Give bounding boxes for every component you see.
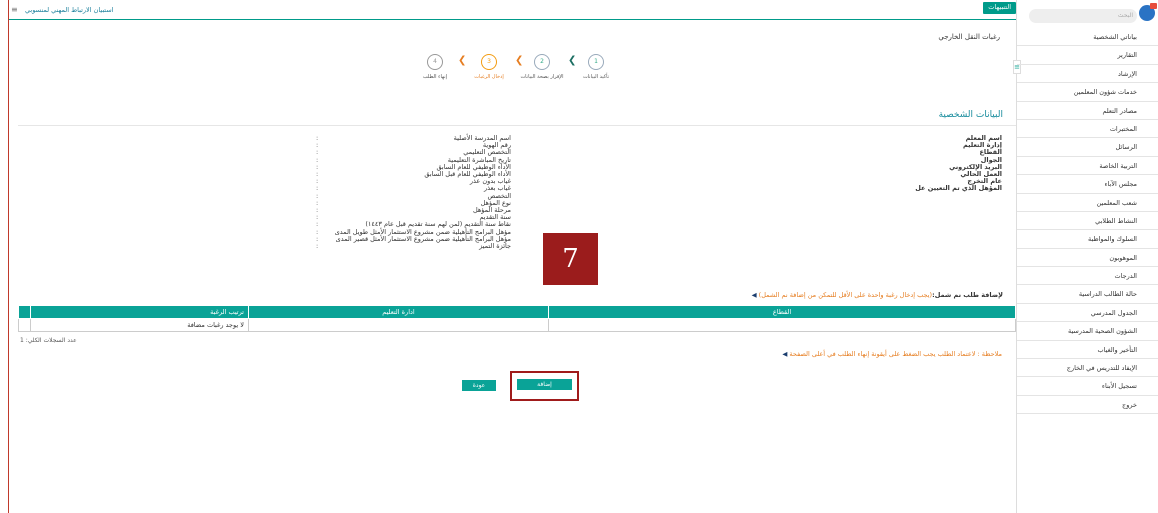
- annotation-step-badge: 7: [543, 233, 598, 285]
- triangle-left-icon: ◀: [751, 291, 757, 299]
- sidebar-item[interactable]: الرسائل: [1017, 138, 1158, 157]
- sidebar-item[interactable]: بياناتي الشخصية: [1017, 28, 1158, 47]
- sidebar-item[interactable]: حالة الطالب الدراسية: [1017, 285, 1158, 304]
- label-excellence-award: جائزة التميز: [479, 242, 511, 251]
- search-input[interactable]: البحث: [1029, 9, 1137, 23]
- table-header-order: ترتيب الرغبة: [30, 305, 249, 319]
- table-cell: [548, 318, 1016, 332]
- section-title-personal: البيانات الشخصية: [938, 110, 1003, 120]
- sidebar-item[interactable]: مجلس الآباء: [1017, 175, 1158, 194]
- sidebar-item[interactable]: خروج: [1017, 396, 1158, 415]
- sidebar-item[interactable]: تسجيل الأبناء: [1017, 377, 1158, 396]
- bottom-note-text: ملاحظة : لاعتماد الطلب يجب الضغط على أيق…: [789, 350, 1002, 358]
- bottom-note: ◀ ملاحظة : لاعتماد الطلب يجب الضغط على أ…: [782, 350, 1002, 358]
- table-empty-text: لا يوجد رغبات مضافة: [30, 318, 249, 332]
- table-header-sector: القطاع: [548, 305, 1016, 319]
- sidebar-item[interactable]: الموهوبون: [1017, 249, 1158, 268]
- hamburger-icon[interactable]: ≡: [11, 5, 18, 14]
- step-3-circle: 3: [481, 54, 497, 70]
- sidebar-item[interactable]: شعب المعلمين: [1017, 194, 1158, 212]
- triangle-left-icon: ◀: [782, 350, 788, 358]
- add-request-note: (يجب إدخال رغبة واحدة على الأقل للتمكن م…: [758, 291, 933, 299]
- sidebar-item[interactable]: خدمات شؤون المعلمين: [1017, 83, 1158, 102]
- table-row: لا يوجد رغبات مضافة: [18, 318, 1016, 332]
- sidebar: البحث ≡ بياناتي الشخصية التقارير الإرشاد…: [1013, 0, 1158, 513]
- records-count: عدد السجلات الكلي: 1: [20, 337, 77, 344]
- sidebar-item[interactable]: التربية الخاصة: [1017, 157, 1158, 176]
- table-cell: [248, 318, 549, 332]
- sidebar-menu: بياناتي الشخصية التقارير الإرشاد خدمات ش…: [1017, 28, 1158, 415]
- notification-count-badge: [1150, 3, 1157, 9]
- colon: :: [316, 242, 319, 251]
- back-button[interactable]: عودة: [462, 380, 496, 391]
- personal-info-right-labels: اسم المعلم إدارة التعليم القطاع الجوال ا…: [915, 134, 1002, 193]
- value-colons: : : : : : : : : : : : : : : : :: [316, 134, 319, 251]
- add-request-hint: ◀ لإضافة طلب نم شمل:(يجب إدخال رغبة واحد…: [752, 291, 1003, 299]
- sidebar-item[interactable]: النشاط الطلابي: [1017, 212, 1158, 231]
- table-header-spacer: [18, 305, 31, 319]
- step-1-label: تأكيد البيانات: [582, 74, 610, 80]
- sidebar-item[interactable]: التأخير والغياب: [1017, 341, 1158, 360]
- section-divider: [18, 125, 1016, 126]
- step-4-label: إنهاء الطلب: [422, 74, 448, 80]
- sidebar-item[interactable]: الجدول المدرسي: [1017, 304, 1158, 323]
- survey-link[interactable]: استبيان الارتباط المهني لمنسوبي: [25, 6, 114, 14]
- left-frame-border: [8, 0, 9, 513]
- step-2-label: الإقرار بصحة البيانات: [520, 74, 564, 80]
- sidebar-item[interactable]: المختبرات: [1017, 120, 1158, 139]
- top-bar: ≡ استبيان الارتباط المهني لمنسوبي التنبي…: [9, 2, 1016, 20]
- sidebar-item[interactable]: مصادر التعلم: [1017, 102, 1158, 120]
- sidebar-item[interactable]: الشؤون الصحية المدرسية: [1017, 322, 1158, 341]
- label-qualification: المؤهل الذي تم التعيين عل: [915, 184, 1002, 193]
- wishes-table: ترتيب الرغبة ادارة التعليم القطاع لا يوج…: [18, 305, 1016, 332]
- chevron-left-icon: ❮: [568, 55, 577, 66]
- table-cell: [18, 318, 31, 332]
- table-header-admin: ادارة التعليم: [248, 305, 549, 319]
- personal-info-mid-labels: اسم المدرسة الأصلية رقم الهوية التخصص ال…: [335, 134, 511, 251]
- sidebar-item[interactable]: التقارير: [1017, 46, 1158, 65]
- page-title: رغبات النقل الخارجي: [938, 33, 1000, 41]
- chevron-left-icon: ❮: [458, 55, 467, 66]
- sidebar-item[interactable]: السلوك والمواظبة: [1017, 230, 1158, 249]
- notifications-button[interactable]: التنبيهات: [983, 2, 1016, 14]
- step-1-circle: 1: [588, 54, 604, 70]
- step-4-circle: 4: [427, 54, 443, 70]
- highlight-box: [510, 371, 579, 401]
- sidebar-item[interactable]: الدرجات: [1017, 267, 1158, 286]
- add-request-prefix: لإضافة طلب نم شمل:: [932, 291, 1003, 299]
- step-3-label: إدخال الرغبات: [474, 74, 504, 80]
- sidebar-header: البحث: [1017, 3, 1158, 25]
- wizard-steps: 4 إنهاء الطلب ❮ 3 إدخال الرغبات ❮ 2 الإق…: [412, 54, 617, 94]
- label-absence-excuse: غياب بعذر: [483, 184, 511, 193]
- sidebar-item[interactable]: الإرشاد: [1017, 65, 1158, 84]
- sidebar-item[interactable]: الإيفاد للتدريس في الخارج: [1017, 359, 1158, 378]
- step-2-circle: 2: [534, 54, 550, 70]
- chevron-left-icon: ❮: [515, 55, 524, 66]
